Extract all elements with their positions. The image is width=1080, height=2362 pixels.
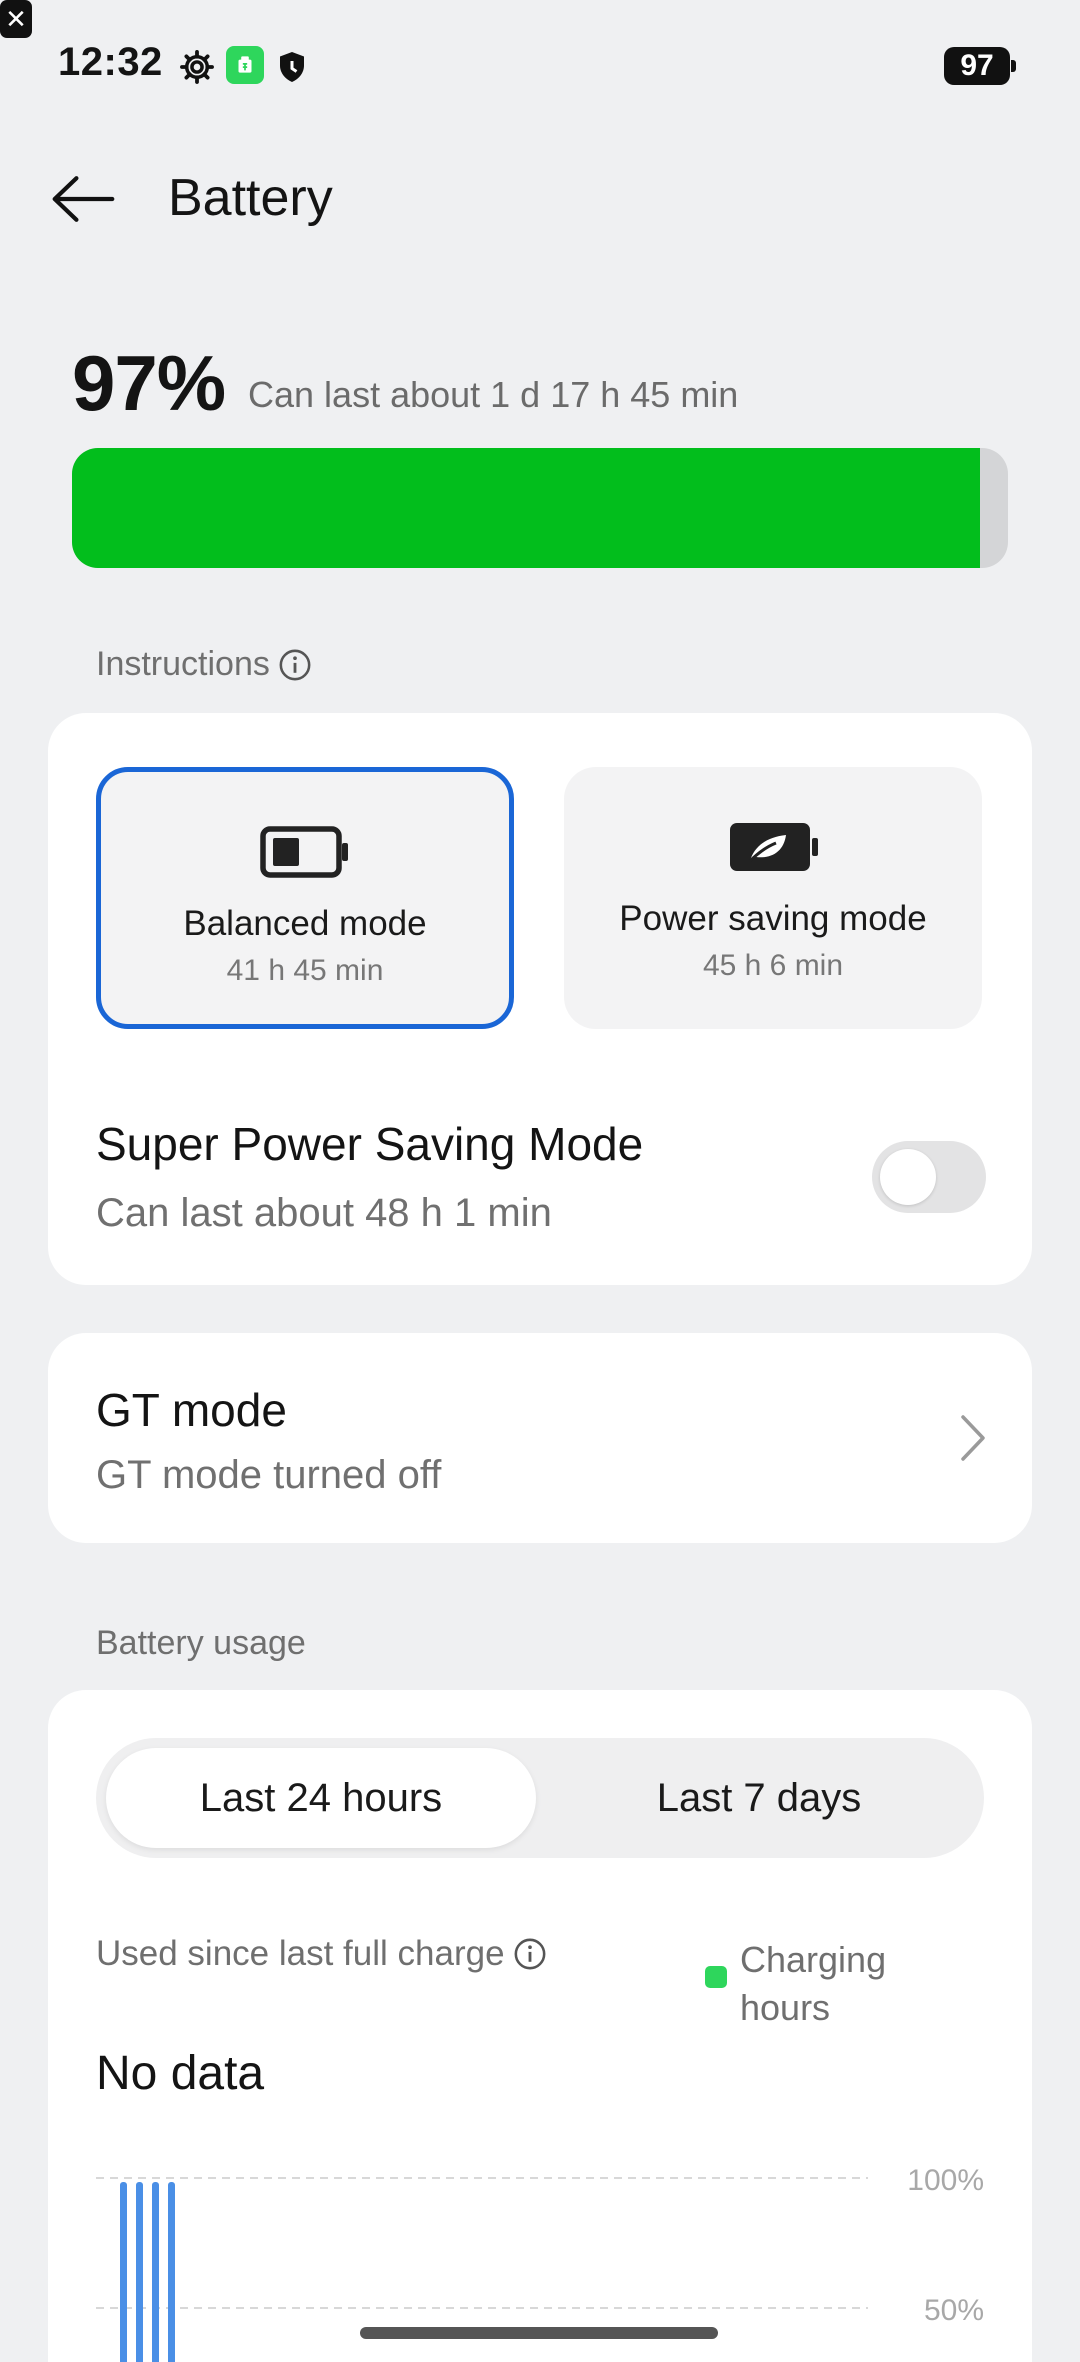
- battery-usage-card: Last 24 hours Last 7 days Used since las…: [48, 1690, 1032, 2362]
- no-data-text: No data: [96, 2047, 265, 2100]
- battery-usage-label: Battery usage: [96, 1624, 306, 1663]
- used-since-label[interactable]: Used since last full charge: [96, 1934, 547, 1974]
- battery-level-fill: [72, 448, 980, 568]
- super-saving-title: Super Power Saving Mode: [96, 1118, 644, 1170]
- gt-mode-title: GT mode: [96, 1384, 287, 1436]
- usage-bar: [120, 2182, 127, 2362]
- instructions-text: Instructions: [96, 645, 270, 683]
- gt-mode-row[interactable]: GT mode GT mode turned off: [48, 1333, 1032, 1543]
- gt-mode-subtitle: GT mode turned off: [96, 1453, 442, 1497]
- y-tick-label: 50%: [924, 2294, 984, 2327]
- instructions-label[interactable]: Instructions: [96, 645, 312, 684]
- close-box-icon: ✕: [0, 0, 32, 38]
- battery-percent: 97%: [72, 339, 226, 427]
- app-icon: [226, 46, 264, 84]
- back-button[interactable]: [46, 162, 120, 236]
- usage-bar: [152, 2182, 159, 2362]
- toggle-knob: [880, 1149, 936, 1205]
- used-since-text: Used since last full charge: [96, 1934, 505, 1973]
- page-title: Battery: [168, 169, 333, 227]
- mode-time: 41 h 45 min: [226, 954, 384, 987]
- legend-dot: [705, 1966, 727, 1988]
- period-selector: Last 24 hours Last 7 days: [96, 1738, 984, 1858]
- usage-bar: [168, 2182, 175, 2362]
- legend-label: Charging hours: [740, 1939, 887, 2028]
- tab-last-7-days[interactable]: Last 7 days: [544, 1748, 974, 1848]
- arrow-left-icon: [52, 176, 115, 222]
- battery-level-bar: [72, 448, 1008, 568]
- modes-card: Balanced mode 41 h 45 min Power saving m…: [48, 713, 1032, 1285]
- battery-estimate: Can last about 1 d 17 h 45 min: [248, 374, 739, 415]
- home-indicator[interactable]: [360, 2327, 718, 2339]
- usage-bar: [136, 2182, 143, 2362]
- shield-icon: [274, 48, 312, 86]
- power-saving-mode-tile[interactable]: Power saving mode 45 h 6 min: [564, 767, 982, 1029]
- battery-level-indicator: 97: [944, 47, 1016, 85]
- info-icon[interactable]: [513, 1937, 547, 1971]
- battery-leaf-icon: [730, 823, 818, 871]
- y-tick-label: 100%: [907, 2164, 984, 2197]
- tab-last-24-hours[interactable]: Last 24 hours: [106, 1748, 536, 1848]
- balanced-mode-tile[interactable]: Balanced mode 41 h 45 min: [96, 767, 514, 1029]
- mode-time: 45 h 6 min: [702, 949, 844, 982]
- battery-icon: [260, 826, 348, 878]
- info-icon[interactable]: [278, 648, 312, 682]
- super-saving-toggle[interactable]: [872, 1141, 986, 1213]
- status-bar: 12:32 ✕ 97: [0, 0, 1080, 135]
- status-time: 12:32: [58, 40, 163, 84]
- gear-icon: [178, 48, 216, 86]
- battery-usage-text: Battery usage: [96, 1624, 306, 1662]
- super-saving-subtitle: Can last about 48 h 1 min: [96, 1191, 552, 1235]
- mode-name: Balanced mode: [183, 904, 427, 943]
- mode-name: Power saving mode: [619, 899, 927, 938]
- chevron-right-icon: [961, 1415, 985, 1461]
